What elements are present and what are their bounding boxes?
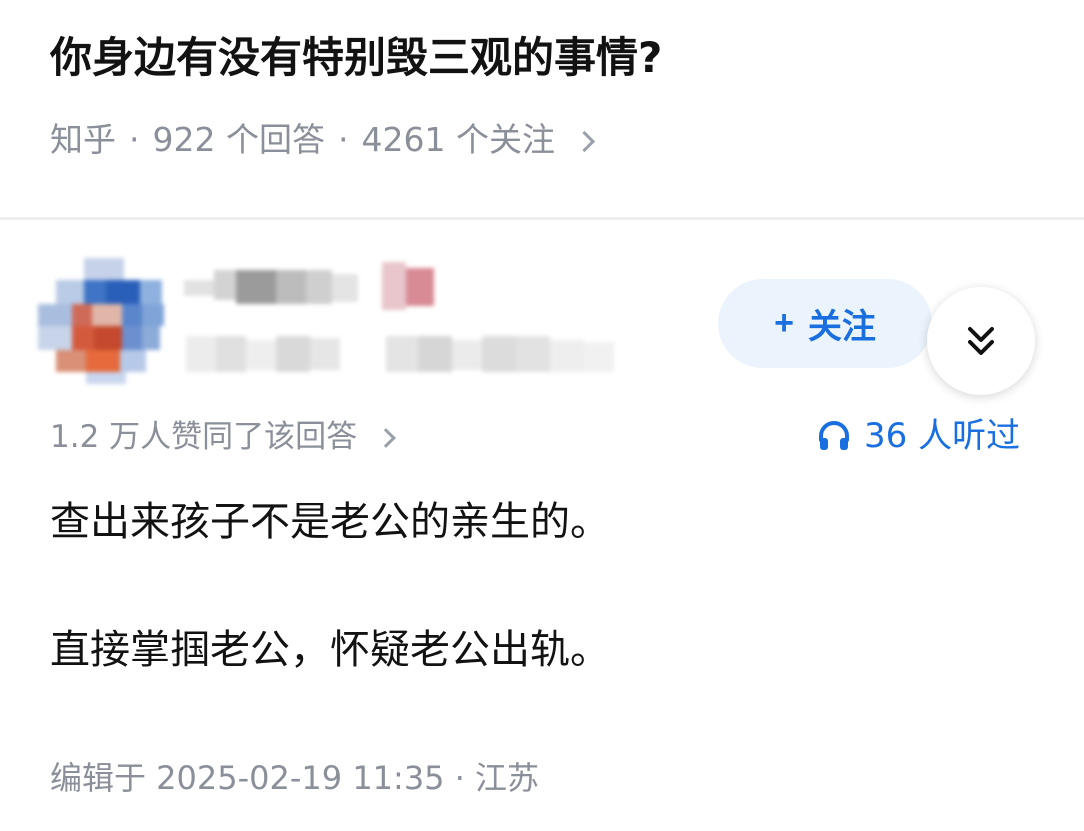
- chevron-right-icon: [573, 130, 596, 152]
- vote-info[interactable]: 1.2 万人赞同了该回答: [50, 414, 397, 460]
- answer-page: 你身边有没有特别毁三观的事情? 知乎 · 922 个回答 · 4261 个关注: [0, 0, 1084, 831]
- question-title[interactable]: 你身边有没有特别毁三观的事情?: [50, 28, 662, 88]
- meta-separator: ·: [129, 120, 140, 159]
- author-bio: [176, 328, 636, 384]
- follow-button[interactable]: + 关注: [718, 279, 932, 368]
- follow-label: 关注: [807, 308, 876, 346]
- double-chevron-down-icon: [968, 327, 994, 355]
- question-source: 知乎: [50, 120, 116, 159]
- headphones-icon: [819, 421, 849, 450]
- meta-separator: ·: [337, 120, 349, 159]
- question-meta[interactable]: 知乎 · 922 个回答 · 4261 个关注: [50, 116, 596, 164]
- plus-icon: +: [774, 304, 794, 342]
- listen-info[interactable]: 36 人听过: [816, 412, 1020, 460]
- chevron-right-icon: [376, 428, 397, 448]
- followers-count: 4261 个关注: [361, 120, 555, 159]
- listen-count: 36 人听过: [864, 416, 1021, 456]
- answer-paragraph: 查出来孩子不是老公的亲生的。: [50, 499, 610, 545]
- author-name[interactable]: [176, 262, 456, 312]
- edit-info: 编辑于 2025-02-19 11:35 · 江苏: [50, 759, 540, 797]
- vote-count: 1.2 万人赞同了该回答: [50, 419, 358, 455]
- answers-count: 922 个回答: [152, 120, 325, 159]
- answer-paragraph: 直接掌掴老公，怀疑老公出轨。: [50, 627, 610, 673]
- divider: [0, 217, 1084, 220]
- expand-button[interactable]: [927, 287, 1035, 395]
- avatar[interactable]: [36, 252, 166, 386]
